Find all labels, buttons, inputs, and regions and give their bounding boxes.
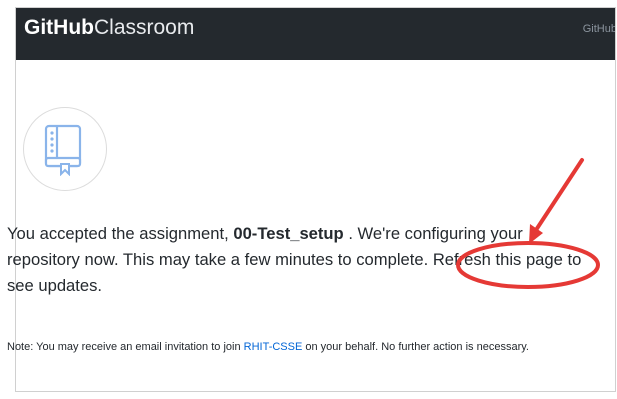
brand-logo[interactable]: GitHubClassroom (24, 14, 194, 42)
assignment-avatar (23, 107, 107, 191)
brand-github-text: GitHub (24, 16, 94, 39)
note-prefix: Note: You may receive an email invitatio… (7, 341, 241, 353)
refresh-page-link[interactable]: Refresh this page (433, 250, 563, 269)
browser-viewport: GitHubClassroom GitHub (15, 7, 616, 392)
org-link[interactable]: RHIT-CSSE (244, 341, 303, 353)
status-message: You accepted the assignment, 00-Test_set… (7, 221, 587, 299)
note-suffix: on your behalf. No further action is nec… (305, 341, 529, 353)
github-link[interactable]: GitHub (583, 23, 615, 35)
brand-classroom-text: Classroom (93, 16, 195, 39)
assignment-name: 00-Test_setup (233, 224, 344, 243)
book-icon (44, 124, 82, 176)
top-navbar: GitHubClassroom GitHub (16, 8, 615, 60)
email-note: Note: You may receive an email invitatio… (7, 338, 567, 356)
message-prefix: You accepted the assignment, (7, 224, 229, 243)
